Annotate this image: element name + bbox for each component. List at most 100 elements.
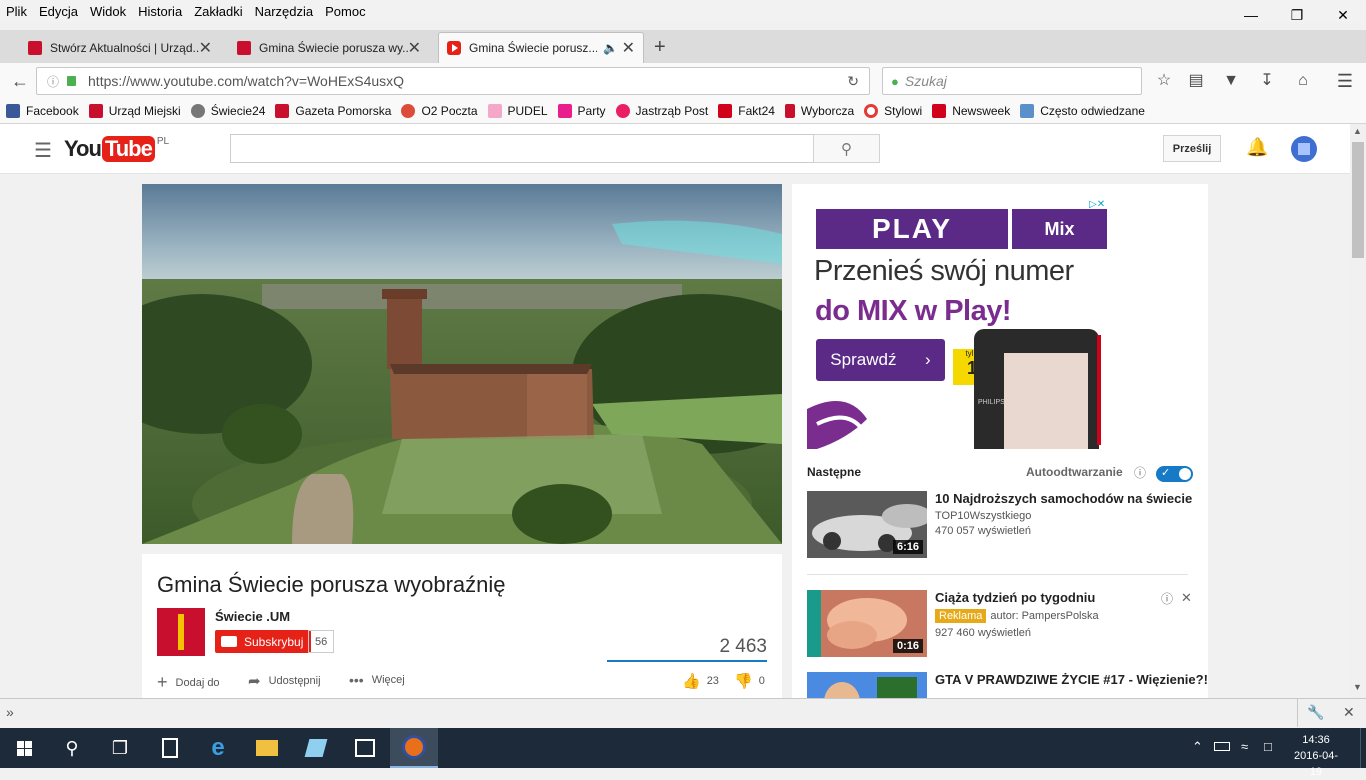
bookmark-urzad-miejski[interactable]: Urząd Miejski <box>88 104 181 118</box>
bookmark-wyborcza[interactable]: Wyborcza <box>784 104 854 118</box>
video-title[interactable]: Ciąża tydzień po tygodniu <box>935 590 1095 605</box>
bookmark-pudel[interactable]: PUDEL <box>487 104 548 118</box>
avatar[interactable] <box>1291 136 1317 162</box>
search-field[interactable]: ● Szukaj <box>882 67 1142 95</box>
edge-button[interactable]: e <box>194 728 242 768</box>
minimize-icon[interactable]: — <box>1228 0 1274 30</box>
notifications-bell-icon[interactable]: 🔔 <box>1246 137 1268 158</box>
share-button[interactable]: ➦ Udostępnij <box>248 672 321 690</box>
page-scrollbar[interactable]: ▲ ▼ <box>1350 124 1366 698</box>
video-thumbnail[interactable]: 0:16 <box>807 590 927 657</box>
new-tab-button[interactable]: + <box>654 36 666 59</box>
reading-list-icon[interactable]: ▤ <box>1186 71 1206 91</box>
autoplay-toggle[interactable]: ✓ <box>1156 466 1193 482</box>
video-player[interactable] <box>142 184 782 544</box>
store-button[interactable] <box>341 728 389 768</box>
info-icon[interactable]: ⓘ <box>1134 464 1146 481</box>
video-thumbnail[interactable] <box>807 672 927 698</box>
back-icon[interactable]: ← <box>10 71 30 91</box>
download-icon[interactable]: ↧ <box>1257 71 1277 91</box>
video-title[interactable]: GTA V PRAWDZIWE ŻYCIE #17 - Więzienie?! <box>935 672 1208 687</box>
tab-2[interactable]: Gmina Świecie porusza wy... ✕ <box>229 32 429 63</box>
speaker-icon[interactable]: 🔈 <box>603 41 618 55</box>
menu-edycja[interactable]: Edycja <box>33 4 84 19</box>
clock[interactable]: 14:36 2016-04-19 <box>1291 732 1341 780</box>
channel-avatar[interactable] <box>157 608 205 656</box>
bookmark-fakt24[interactable]: Fakt24 <box>718 104 775 118</box>
channel-name[interactable]: autor: PampersPolska <box>990 610 1098 622</box>
wifi-icon[interactable]: ≈ <box>1241 739 1248 754</box>
info-icon[interactable]: ⓘ <box>1161 590 1173 607</box>
more-button[interactable]: ••• Więcej <box>349 672 405 688</box>
action-center-icon[interactable]: □ <box>1264 739 1272 754</box>
youtube-search-input[interactable] <box>230 134 814 163</box>
bookmark-gazeta-pomorska[interactable]: Gazeta Pomorska <box>275 104 391 118</box>
close-tab-icon[interactable]: ✕ <box>199 38 212 58</box>
like-button[interactable]: 👍 23 <box>682 672 719 690</box>
channel-name[interactable]: TOP10Wszystkiego <box>935 510 1031 522</box>
info-icon[interactable]: ⓘ <box>47 73 59 90</box>
ad-cta-button[interactable]: Sprawdź › <box>816 339 945 381</box>
battery-icon[interactable] <box>1214 742 1230 751</box>
bookmark-party[interactable]: Party <box>557 104 606 118</box>
adchoices-icon[interactable]: ▷✕ <box>1089 199 1105 210</box>
app-button[interactable] <box>292 728 340 768</box>
dislike-button[interactable]: 👎 0 <box>734 672 765 690</box>
list-item[interactable]: 6:16 10 Najdroższych samochodów na świec… <box>807 491 1197 559</box>
bookmark-jastrzab-post[interactable]: Jastrząb Post <box>615 104 708 118</box>
add-to-button[interactable]: + Dodaj do <box>157 672 220 693</box>
pocket-icon[interactable]: ▼ <box>1221 71 1241 91</box>
youtube-logo[interactable]: You Tube PL <box>64 136 169 162</box>
search-button[interactable]: ⚲ <box>48 728 96 768</box>
subscribe-button[interactable]: Subskrybuj <box>215 630 312 653</box>
list-item-ad[interactable]: 0:16 Ciąża tydzień po tygodniu Reklama a… <box>807 590 1197 658</box>
scroll-up-icon[interactable]: ▲ <box>1353 126 1362 136</box>
firefox-button[interactable] <box>390 728 438 768</box>
close-icon[interactable]: ✕ <box>1343 704 1355 721</box>
menu-widok[interactable]: Widok <box>84 4 132 19</box>
video-title[interactable]: 10 Najdroższych samochodów na świecie <box>935 491 1192 506</box>
menu-plik[interactable]: Plik <box>0 4 33 19</box>
calculator-button[interactable] <box>146 728 194 768</box>
scroll-down-icon[interactable]: ▼ <box>1353 682 1362 692</box>
url-bar[interactable]: ⓘ https://www.youtube.com/watch?v=WoHExS… <box>36 67 870 95</box>
close-window-icon[interactable]: ✕ <box>1320 0 1366 30</box>
reload-icon[interactable]: ↻ <box>847 73 859 90</box>
start-button[interactable] <box>0 728 48 768</box>
upload-button[interactable]: Prześlij <box>1163 135 1221 162</box>
url-text[interactable]: https://www.youtube.com/watch?v=WoHExS4u… <box>88 73 404 89</box>
explorer-button[interactable] <box>243 728 291 768</box>
tab-3-active[interactable]: Gmina Świecie porusz... 🔈 ✕ <box>438 32 644 63</box>
close-tab-icon[interactable]: ✕ <box>622 38 635 58</box>
bookmark-newsweek[interactable]: Newsweek <box>932 104 1010 118</box>
hamburger-menu-icon[interactable]: ☰ <box>1335 71 1355 91</box>
menu-zakladki[interactable]: Zakładki <box>188 4 248 19</box>
guide-menu-icon[interactable]: ☰ <box>34 138 52 163</box>
search-engine-icon[interactable]: ● <box>891 74 899 89</box>
close-icon[interactable]: ✕ <box>1181 590 1192 606</box>
bookmark-czesto-odwiedzane[interactable]: Często odwiedzane <box>1020 104 1145 118</box>
youtube-search-button[interactable]: ⚲ <box>813 134 880 163</box>
tab-1[interactable]: Stwórz Aktualności | Urząd... ✕ <box>20 32 220 63</box>
show-desktop-button[interactable] <box>1360 728 1366 768</box>
close-tab-icon[interactable]: ✕ <box>408 38 421 58</box>
restore-icon[interactable]: ❐ <box>1274 0 1320 30</box>
bookmark-o2-poczta[interactable]: O2 Poczta <box>401 104 478 118</box>
bookmark-stylowi[interactable]: Stylowi <box>864 104 922 118</box>
menu-narzedzia[interactable]: Narzędzia <box>249 4 320 19</box>
scrollbar-thumb[interactable] <box>1352 142 1364 258</box>
home-icon[interactable]: ⌂ <box>1293 71 1313 91</box>
list-item[interactable]: GTA V PRAWDZIWE ŻYCIE #17 - Więzienie?! <box>807 672 1208 698</box>
menu-historia[interactable]: Historia <box>132 4 188 19</box>
bookmark-swiecie24[interactable]: Świecie24 <box>190 104 265 118</box>
wrench-icon[interactable]: 🔧 <box>1307 704 1324 721</box>
channel-name[interactable]: Świecie .UM <box>215 609 290 624</box>
chevron-up-icon[interactable]: ⌃ <box>1192 739 1203 755</box>
ad-banner[interactable]: PLAY Mix ▷✕ Przenieś swój numer do MIX w… <box>807 199 1107 449</box>
task-view-button[interactable]: ❐ <box>96 728 144 768</box>
bookmark-facebook[interactable]: Facebook <box>6 104 79 118</box>
video-thumbnail[interactable]: 6:16 <box>807 491 927 558</box>
chevron-double-right-icon[interactable]: » <box>6 704 14 720</box>
star-icon[interactable]: ☆ <box>1154 71 1174 91</box>
menu-pomoc[interactable]: Pomoc <box>319 4 371 19</box>
